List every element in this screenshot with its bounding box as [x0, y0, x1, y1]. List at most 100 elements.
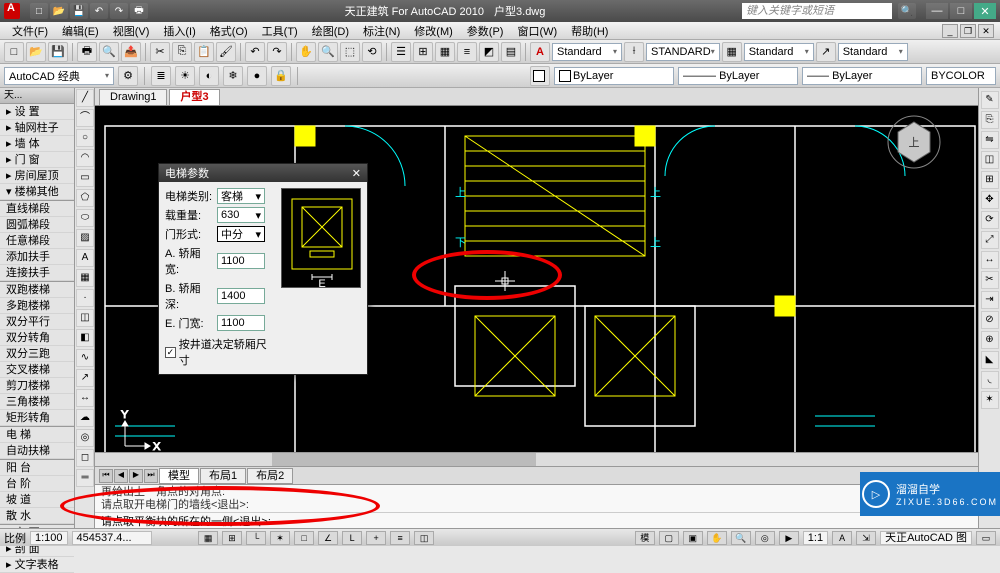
dialog-close-icon[interactable]: ✕: [352, 167, 361, 180]
palette-item[interactable]: 散 水: [0, 508, 74, 524]
view-cube[interactable]: 上: [886, 114, 942, 170]
toolpalettes-icon[interactable]: ▦: [435, 42, 455, 62]
status-wheel-icon[interactable]: ◎: [755, 531, 775, 545]
plotstyle-combo[interactable]: BYCOLOR: [926, 67, 996, 85]
menu-window[interactable]: 窗口(W): [511, 23, 563, 39]
palette-item[interactable]: ▸ 墙 体: [0, 136, 74, 152]
text-style-icon[interactable]: A: [530, 42, 550, 62]
zoom-prev-icon[interactable]: ⟲: [362, 42, 382, 62]
layer-off-icon[interactable]: ●: [247, 66, 267, 86]
palette-item[interactable]: 交叉楼梯: [0, 362, 74, 378]
new-icon[interactable]: □: [4, 42, 24, 62]
mdi-close-button[interactable]: ✕: [978, 24, 994, 38]
palette-item[interactable]: 电 梯: [0, 427, 74, 443]
wipeout-icon[interactable]: ◻: [76, 449, 94, 467]
layer-freeze-icon[interactable]: ❄: [223, 66, 243, 86]
qat-open-icon[interactable]: 📂: [50, 3, 68, 19]
palette-item[interactable]: 剪刀楼梯: [0, 378, 74, 394]
polygon-icon[interactable]: ⬠: [76, 189, 94, 207]
workspace-combo[interactable]: AutoCAD 经典▾: [4, 67, 114, 85]
paste-icon[interactable]: 📋: [194, 42, 214, 62]
text-icon[interactable]: A: [76, 249, 94, 267]
palette-item[interactable]: ▾ 楼梯其他: [0, 184, 74, 200]
field-type-combo[interactable]: 客梯▾: [217, 188, 265, 204]
ellipse-icon[interactable]: ⬭: [76, 209, 94, 227]
menu-modify[interactable]: 修改(M): [408, 23, 459, 39]
trim-icon[interactable]: ✂: [981, 271, 999, 289]
pan-icon[interactable]: ✋: [296, 42, 316, 62]
lineweight-combo[interactable]: —— ByLayer: [802, 67, 922, 85]
fillet-icon[interactable]: ◟: [981, 371, 999, 389]
extend-icon[interactable]: ⇥: [981, 291, 999, 309]
layout-last-icon[interactable]: ⏭: [144, 469, 158, 483]
field-door-combo[interactable]: 中分▾: [217, 226, 265, 242]
menu-tools[interactable]: 工具(T): [256, 23, 304, 39]
field-cabw-input[interactable]: 1100: [217, 253, 265, 269]
zoom-rt-icon[interactable]: 🔍: [318, 42, 338, 62]
dialog-titlebar[interactable]: 电梯参数 ✕: [159, 164, 367, 182]
palette-item[interactable]: 三角楼梯: [0, 394, 74, 410]
doc-tab-drawing1[interactable]: Drawing1: [99, 89, 167, 105]
region-icon[interactable]: ◧: [76, 329, 94, 347]
zoom-win-icon[interactable]: ⬚: [340, 42, 360, 62]
status-model-button[interactable]: 模: [635, 531, 655, 545]
palette-item[interactable]: 直线梯段: [0, 201, 74, 217]
palette-item[interactable]: 圆弧梯段: [0, 217, 74, 233]
palette-item[interactable]: ▸ 设 置: [0, 104, 74, 120]
chamfer-icon[interactable]: ◣: [981, 351, 999, 369]
stretch-icon[interactable]: ↔: [981, 251, 999, 269]
hatch-icon[interactable]: ▨: [76, 229, 94, 247]
palette-item[interactable]: ▸ 房间屋顶: [0, 168, 74, 184]
menu-insert[interactable]: 插入(I): [157, 23, 201, 39]
undo-icon[interactable]: ↶: [245, 42, 265, 62]
print-icon[interactable]: 🖶: [77, 42, 97, 62]
break-icon[interactable]: ⊘: [981, 311, 999, 329]
line-icon[interactable]: ╱: [76, 89, 94, 107]
palette-item[interactable]: 双分三跑: [0, 346, 74, 362]
erase-icon[interactable]: ✎: [981, 91, 999, 109]
palette-item[interactable]: 多跑楼梯: [0, 298, 74, 314]
revision-icon[interactable]: ☁: [76, 409, 94, 427]
cut-icon[interactable]: ✂: [150, 42, 170, 62]
command-input[interactable]: 请点取平衡块的所在的一侧<退出>:: [95, 512, 978, 528]
sheet-icon[interactable]: ≡: [457, 42, 477, 62]
help-search-input[interactable]: 键入关键字或短语: [742, 3, 892, 19]
status-pan-icon[interactable]: ✋: [707, 531, 727, 545]
palette-item[interactable]: 坡 道: [0, 492, 74, 508]
qat-print-icon[interactable]: 🖶: [130, 3, 148, 19]
status-otrack[interactable]: ∠: [318, 531, 338, 545]
arc-icon[interactable]: ◠: [76, 149, 94, 167]
palette-item[interactable]: ▸ 轴网柱子: [0, 120, 74, 136]
palette-item[interactable]: 双跑楼梯: [0, 282, 74, 298]
layout-tab-1[interactable]: 布局1: [200, 468, 246, 484]
status-lwt[interactable]: ≡: [390, 531, 410, 545]
minimize-button[interactable]: ―: [926, 3, 948, 19]
redo-icon[interactable]: ↷: [267, 42, 287, 62]
status-dyn[interactable]: +: [366, 531, 386, 545]
palette-item[interactable]: ▸ 文字表格: [0, 557, 74, 573]
dim-style-combo[interactable]: STANDARD▾: [646, 43, 720, 61]
scale-value[interactable]: 1:100: [30, 531, 68, 545]
palette-item[interactable]: 任意梯段: [0, 233, 74, 249]
status-polar[interactable]: ✶: [270, 531, 290, 545]
app-logo-icon[interactable]: [4, 3, 20, 19]
menu-dim[interactable]: 标注(N): [357, 23, 406, 39]
block-icon[interactable]: ◫: [76, 309, 94, 327]
status-cleanscreen-icon[interactable]: ▭: [976, 531, 996, 545]
properties-icon[interactable]: ☰: [391, 42, 411, 62]
field-doorw-input[interactable]: 1100: [217, 315, 265, 331]
table-icon[interactable]: ▦: [76, 269, 94, 287]
layout-first-icon[interactable]: ⏮: [99, 469, 113, 483]
color-swatch-icon[interactable]: [530, 66, 550, 86]
status-grid[interactable]: ⊞: [222, 531, 242, 545]
menu-param[interactable]: 参数(P): [461, 23, 510, 39]
status-ortho[interactable]: └: [246, 531, 266, 545]
close-button[interactable]: ✕: [974, 3, 996, 19]
maximize-button[interactable]: □: [950, 3, 972, 19]
search-icon[interactable]: 🔍: [898, 3, 916, 19]
table-style-combo[interactable]: Standard▾: [744, 43, 814, 61]
open-icon[interactable]: 📂: [26, 42, 46, 62]
linetype-combo[interactable]: ——— ByLayer: [678, 67, 798, 85]
menu-help[interactable]: 帮助(H): [565, 23, 614, 39]
offset-icon[interactable]: ◫: [981, 151, 999, 169]
